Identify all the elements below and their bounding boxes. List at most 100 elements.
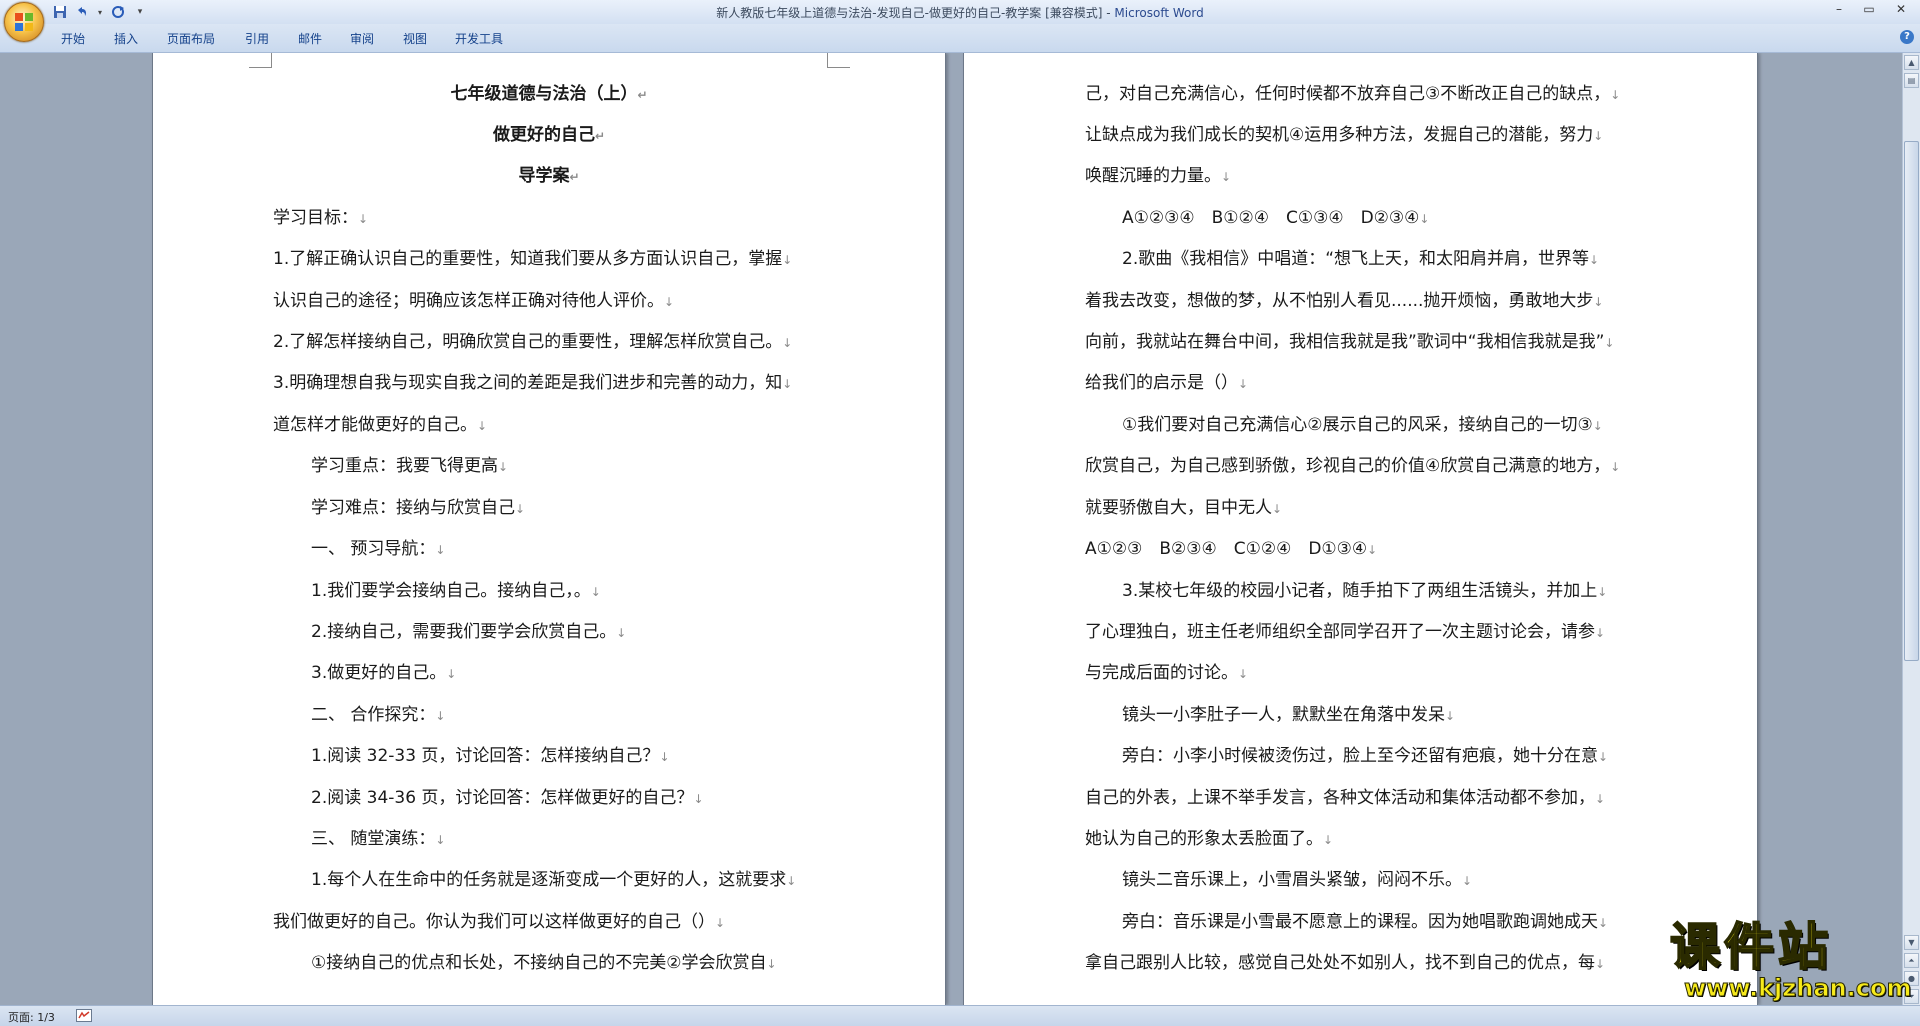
text-line: 让缺点成为我们成长的契机④运用多种方法，发掘自己的潜能，努力↓: [1085, 125, 1604, 145]
paragraph-mark: ↓: [435, 709, 446, 723]
paragraph-mark: ↵: [594, 129, 606, 143]
text-line: 一、 预习导航：↓: [311, 539, 446, 559]
paragraph-mark: ↓: [782, 253, 793, 267]
help-icon[interactable]: ?: [1900, 30, 1914, 44]
paragraph-mark: ↓: [1595, 626, 1606, 640]
maximize-button[interactable]: ▭: [1858, 2, 1880, 16]
paragraph-mark: ↓: [664, 295, 675, 309]
paragraph-mark: ↓: [435, 833, 446, 847]
scroll-up-icon[interactable]: ▲: [1904, 55, 1919, 70]
window-title: 新人教版七年级上道德与法治-发现自己-做更好的自己-教学案 [兼容模式] - M…: [0, 4, 1920, 21]
text-line: 旁白：小李小时候被烫伤过，脸上至今还留有疤痕，她十分在意↓: [1122, 746, 1609, 766]
paragraph-mark: ↓: [766, 957, 777, 971]
text-line: 2.了解怎样接纳自己，明确欣赏自己的重要性，理解怎样欣赏自己。↓: [273, 332, 793, 352]
vertical-scrollbar[interactable]: ▲ ▤ ▼ ⏶ ● ⏷: [1902, 53, 1920, 1005]
doc-heading-text: 导学案: [518, 166, 570, 186]
paragraph-mark: ↓: [1604, 336, 1615, 350]
paragraph-mark: ↓: [590, 585, 601, 599]
document-page-right[interactable]: 己，对自己充满信心，任何时候都不放弃自己③不断改正自己的缺点，↓ 让缺点成为我们…: [963, 53, 1758, 1005]
office-logo-icon: [15, 13, 33, 31]
text-line: 1.我们要学会接纳自己。接纳自己，。↓: [311, 581, 601, 601]
tab-view[interactable]: 视图: [403, 30, 427, 47]
text-line: 镜头一小李肚子一人，默默坐在角落中发呆↓: [1122, 705, 1456, 725]
paragraph-mark: ↓: [498, 460, 509, 474]
paragraph-mark: ↓: [1610, 88, 1621, 102]
text-line: 向前，我就站在舞台中间，我相信我就是我”歌词中“我相信我就是我”↓: [1085, 332, 1615, 352]
text-line: A①②③ B②③④ C①②④ D①③④↓: [1085, 539, 1378, 559]
previous-page-icon[interactable]: ⏶: [1904, 953, 1919, 968]
text-line: 给我们的启示是（）↓: [1085, 373, 1249, 393]
text-line: 学习难点：接纳与欣赏自己↓: [311, 498, 526, 518]
watermark-url: www.kjzhan.com: [1683, 974, 1912, 1003]
crop-mark: [249, 53, 272, 68]
text-line: 3.明确理想自我与现实自我之间的差距是我们进步和完善的动力，知↓: [273, 373, 793, 393]
paragraph-mark: ↓: [782, 336, 793, 350]
minimize-button[interactable]: –: [1828, 2, 1850, 16]
app-name: Microsoft Word: [1114, 6, 1204, 20]
text-line: 她认为自己的形象太丢脸面了。↓: [1085, 829, 1334, 849]
paragraph-mark: ↓: [1238, 377, 1249, 391]
text-line: 学习重点：我要飞得更高↓: [311, 456, 509, 476]
tab-mailings[interactable]: 邮件: [298, 30, 322, 47]
text-line: 2.歌曲《我相信》中唱道：“想飞上天，和太阳肩并肩，世界等↓: [1122, 249, 1600, 269]
doc-heading: 导学案↵: [153, 165, 945, 188]
text-line: 三、 随堂演练：↓: [311, 829, 446, 849]
paragraph-mark: ↓: [1595, 957, 1606, 971]
paragraph-mark: ↓: [782, 377, 793, 391]
paragraph-mark: ↓: [1589, 253, 1600, 267]
proofing-icon[interactable]: [76, 1009, 92, 1022]
text-line: 我们做更好的自己。你认为我们可以这样做更好的自己（）↓: [273, 912, 726, 932]
text-line: 与完成后面的讨论。↓: [1085, 663, 1249, 683]
paragraph-mark: ↓: [1367, 543, 1378, 557]
text-line: 镜头二音乐课上，小雪眉头紧皱，闷闷不乐。↓: [1122, 870, 1473, 890]
scroll-thumb[interactable]: [1904, 141, 1919, 661]
document-page-left[interactable]: 七年级道德与法治（上）↵ 做更好的自己↵ 导学案↵ 学习目标：↓ 1.了解正确认…: [152, 53, 946, 1005]
text-line: 欣赏自己，为自己感到骄傲，珍视自己的价值④欣赏自己满意的地方，↓: [1085, 456, 1621, 476]
paragraph-mark: ↓: [435, 543, 446, 557]
doc-title-text: 七年级道德与法治（上）: [450, 84, 638, 104]
tab-developer[interactable]: 开发工具: [455, 30, 503, 47]
tab-review[interactable]: 审阅: [350, 30, 374, 47]
text-line: 旁白：音乐课是小雪最不愿意上的课程。因为她唱歌跑调她成天↓: [1122, 912, 1609, 932]
paragraph-mark: ↓: [1419, 212, 1430, 226]
text-line: ①接纳自己的优点和长处，不接纳自己的不完美②学会欣赏自↓: [311, 953, 777, 973]
text-line: 2.接纳自己，需要我们要学会欣赏自己。↓: [311, 622, 627, 642]
office-button[interactable]: [4, 2, 44, 42]
paragraph-mark: ↓: [1597, 585, 1608, 599]
text-line: 拿自己跟别人比较，感觉自己处处不如别人，找不到自己的优点，每↓: [1085, 953, 1606, 973]
scroll-down-icon[interactable]: ▼: [1904, 935, 1919, 950]
text-line: 唤醒沉睡的力量。↓: [1085, 166, 1232, 186]
paragraph-mark: ↓: [1610, 460, 1621, 474]
paragraph-mark: ↓: [358, 212, 369, 226]
tab-references[interactable]: 引用: [245, 30, 269, 47]
paragraph-mark: ↓: [446, 667, 457, 681]
text-line: 道怎样才能做更好的自己。↓: [273, 415, 488, 435]
text-line: 了心理独白，班主任老师组织全部同学召开了一次主题讨论会，请参↓: [1085, 622, 1606, 642]
document-area[interactable]: 七年级道德与法治（上）↵ 做更好的自己↵ 导学案↵ 学习目标：↓ 1.了解正确认…: [0, 53, 1903, 1005]
doc-subtitle: 做更好的自己↵: [153, 124, 945, 147]
paragraph-mark: ↓: [786, 874, 797, 888]
paragraph-mark: ↓: [693, 792, 704, 806]
paragraph-mark: ↓: [1595, 792, 1606, 806]
paragraph-mark: ↓: [1592, 419, 1603, 433]
close-button[interactable]: ✕: [1890, 2, 1912, 16]
title-bar: ▾ ▾ 新人教版七年级上道德与法治-发现自己-做更好的自己-教学案 [兼容模式]…: [0, 0, 1920, 42]
document-title: 新人教版七年级上道德与法治-发现自己-做更好的自己-教学案 [兼容模式] -: [716, 6, 1115, 20]
status-bar: 页面: 1/3: [0, 1005, 1920, 1026]
paragraph-mark: ↓: [1323, 833, 1334, 847]
tab-page-layout[interactable]: 页面布局: [167, 30, 215, 47]
tab-insert[interactable]: 插入: [114, 30, 138, 47]
paragraph-mark: ↓: [1598, 750, 1609, 764]
text-line: 1.了解正确认识自己的重要性，知道我们要从多方面认识自己，掌握↓: [273, 249, 793, 269]
paragraph-mark: ↓: [715, 916, 726, 930]
watermark-text: 课件站: [1669, 917, 1832, 977]
paragraph-mark: ↓: [1272, 502, 1283, 516]
paragraph-mark: ↓: [616, 626, 627, 640]
tab-home[interactable]: 开始: [61, 30, 85, 47]
page-count-status[interactable]: 页面: 1/3: [8, 1009, 55, 1025]
paragraph-mark: ↵: [569, 170, 580, 184]
ruler-toggle-icon[interactable]: ▤: [1904, 73, 1919, 88]
text-line: 2.阅读 34-36 页，讨论回答：怎样做更好的自己？↓: [311, 788, 704, 808]
paragraph-mark: ↓: [1238, 667, 1249, 681]
watermark-logo: 课件站 www.kjzhan.com: [1669, 917, 1912, 1004]
